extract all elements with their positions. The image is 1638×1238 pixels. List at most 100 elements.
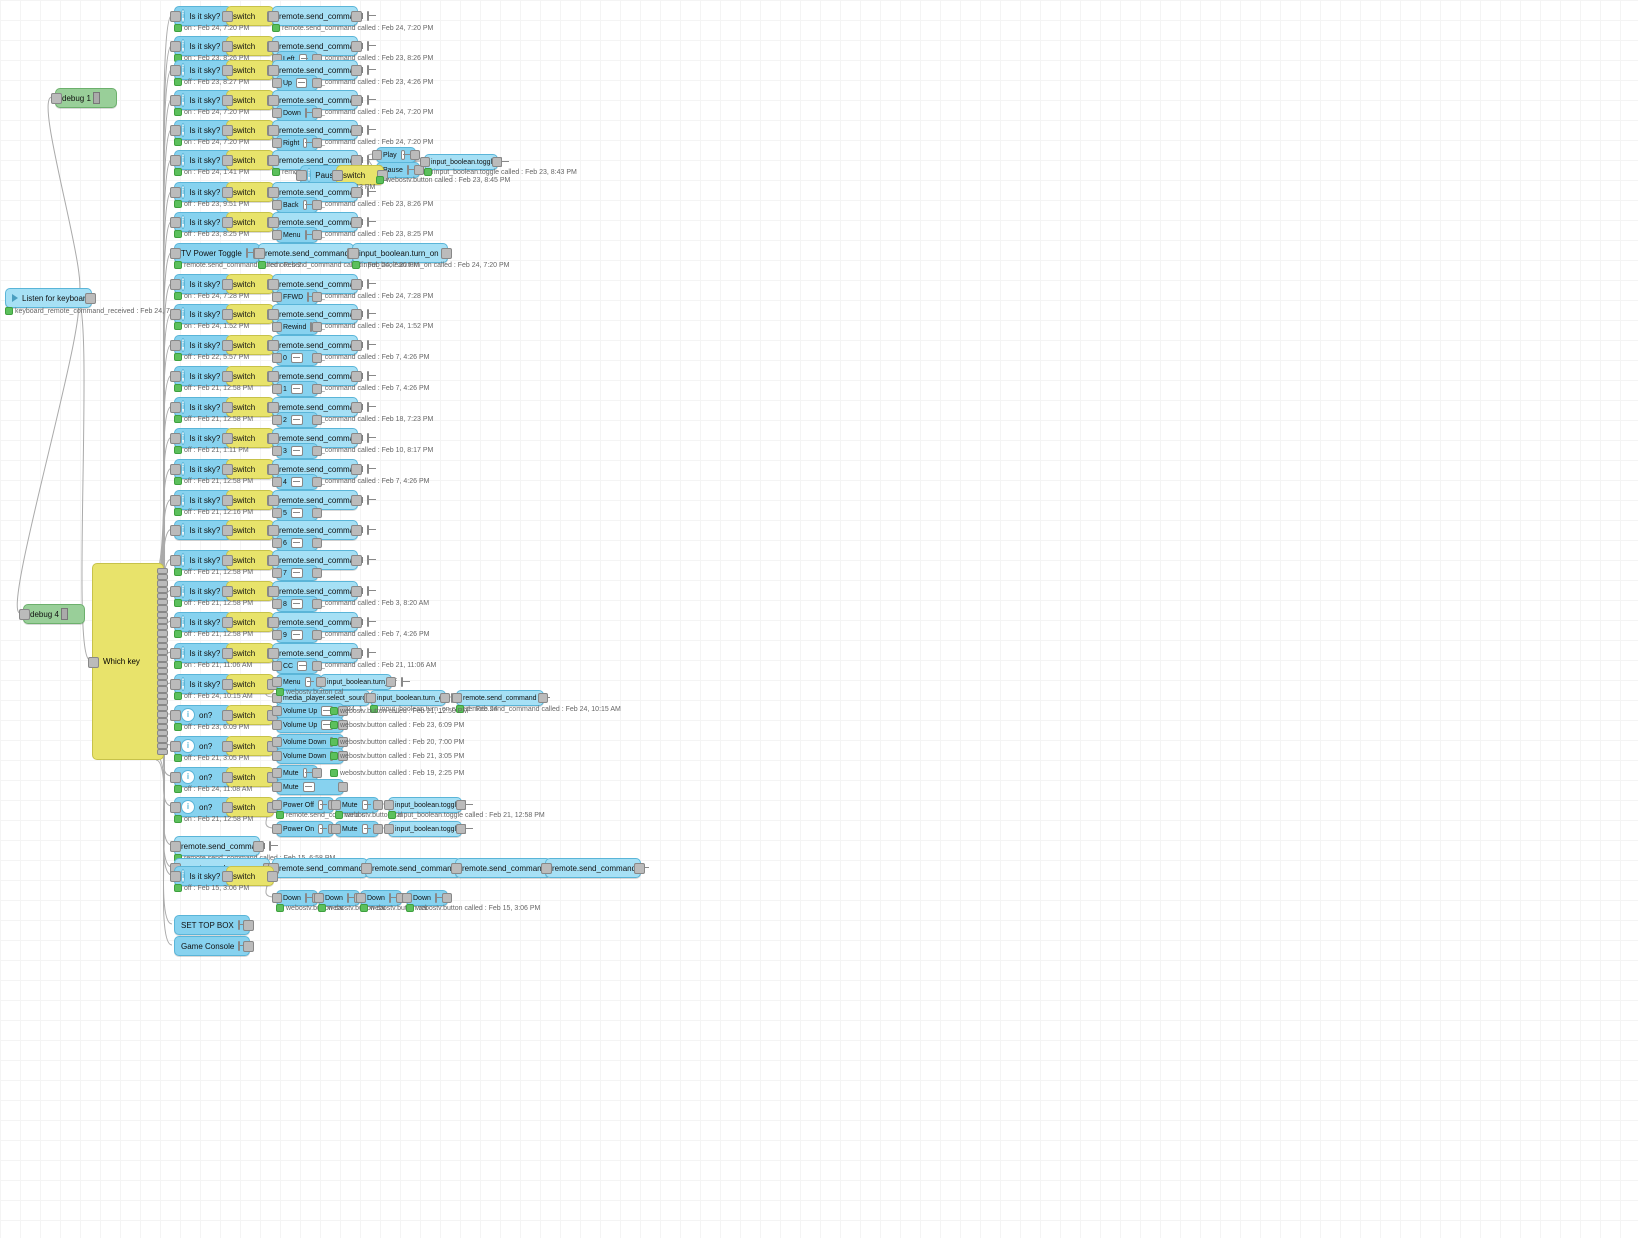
switch-node[interactable]: switch: [226, 428, 274, 448]
switch-node[interactable]: switch: [226, 550, 274, 570]
debug4-label: debug 4: [30, 610, 59, 619]
power-on-key[interactable]: Power On: [276, 821, 334, 837]
switch-node[interactable]: switch: [226, 490, 274, 510]
switch-node[interactable]: switch: [226, 767, 274, 787]
status-text: off : Feb 21, 12:58 PM: [174, 568, 253, 576]
key-8[interactable]: 8: [276, 596, 318, 612]
status-text: webostv.button called : Feb 21, 3:05 PM: [330, 752, 464, 760]
status-text: remote.send_command called : Feb 24, 7:2…: [272, 24, 433, 32]
switch-node[interactable]: switch: [226, 797, 274, 817]
remote-send-node[interactable]: remote.send_command: [174, 836, 260, 856]
key-right[interactable]: Right: [276, 135, 318, 151]
key-4[interactable]: 4: [276, 474, 318, 490]
action-icon: [303, 200, 307, 210]
key-3[interactable]: 3: [276, 443, 318, 459]
key-5[interactable]: 5: [276, 505, 318, 521]
input-boolean-on-node[interactable]: input_boolean.turn_on: [352, 243, 448, 263]
switch-node[interactable]: switch: [226, 520, 274, 540]
status-text: off : Feb 22, 5:57 PM: [174, 353, 249, 361]
switch-node[interactable]: switch: [226, 866, 274, 886]
switch-node[interactable]: switch: [226, 304, 274, 324]
switch-node[interactable]: switch: [226, 581, 274, 601]
status-text: webostv.button cal: [276, 688, 343, 696]
remote-send-node[interactable]: remote.send_command: [545, 858, 641, 878]
switch-node[interactable]: switch: [226, 212, 274, 232]
action-icon: [269, 841, 271, 851]
action-icon: [367, 464, 369, 474]
remote-send-node[interactable]: remote.send_command: [272, 6, 358, 26]
action-icon: [367, 555, 369, 565]
switch-node[interactable]: switch: [226, 459, 274, 479]
inject-node[interactable]: Game Console: [174, 936, 250, 956]
key-up[interactable]: Up: [276, 75, 318, 91]
info-icon: i: [181, 493, 185, 507]
input-boolean-toggle-node[interactable]: input_boolean.toggle: [388, 821, 462, 837]
switch-node[interactable]: switch: [226, 150, 274, 170]
key-0[interactable]: 0: [276, 350, 318, 366]
action-icon: [541, 693, 543, 703]
inject-node[interactable]: SET TOP BOX: [174, 915, 250, 935]
which-key-switch[interactable]: Which key: [92, 563, 164, 760]
action-icon: [318, 800, 323, 810]
input-boolean-on-node[interactable]: input_boolean.turn_on: [370, 690, 446, 706]
action-icon: [303, 768, 307, 778]
debug-1-node[interactable]: debug 1: [55, 88, 117, 108]
switch-node[interactable]: switch: [226, 60, 274, 80]
action-icon: [318, 824, 323, 834]
key-cc[interactable]: CC: [276, 658, 318, 674]
switch-node[interactable]: switch: [226, 120, 274, 140]
switch-node[interactable]: switch: [226, 736, 274, 756]
key-7[interactable]: 7: [276, 565, 318, 581]
info-icon: i: [181, 9, 185, 23]
key-6[interactable]: 6: [276, 535, 318, 551]
action-icon: [367, 309, 369, 319]
action-icon: [305, 230, 307, 240]
remote-send-node[interactable]: remote.send_command: [456, 690, 544, 706]
key-1[interactable]: 1: [276, 381, 318, 397]
key-back[interactable]: Back: [276, 197, 318, 213]
switch-node[interactable]: switch: [226, 36, 274, 56]
key-9[interactable]: 9: [276, 627, 318, 643]
remote-send-node[interactable]: remote.send_command: [258, 243, 354, 263]
switch-node[interactable]: switch: [226, 335, 274, 355]
debug-4-node[interactable]: debug 4: [23, 604, 85, 624]
switch-node[interactable]: switch: [226, 674, 274, 694]
info-icon: i: [181, 185, 185, 199]
action-icon: [367, 402, 369, 412]
key-rewind[interactable]: Rewind: [276, 319, 318, 335]
action-icon: [367, 648, 369, 658]
mute-key[interactable]: Mute: [335, 821, 379, 837]
remote-send-node[interactable]: remote.send_command: [272, 858, 368, 878]
action-icon: [307, 292, 309, 302]
switch-node[interactable]: switch: [226, 366, 274, 386]
remote-send-node[interactable]: remote.send_command: [365, 858, 461, 878]
debug-square-icon: [61, 608, 68, 620]
switch-node[interactable]: switch: [226, 274, 274, 294]
key-2[interactable]: 2: [276, 412, 318, 428]
play-key[interactable]: Play: [376, 147, 416, 163]
action-icon: [297, 661, 307, 671]
status-text: off : Feb 21, 3:05 PM: [174, 754, 249, 762]
switch-node[interactable]: switch: [226, 6, 274, 26]
action-icon: [367, 217, 369, 227]
action-icon: [401, 677, 403, 687]
key-down[interactable]: Down: [276, 105, 318, 121]
remote-send-node[interactable]: remote.send_command: [455, 858, 551, 878]
switch-node[interactable]: switch: [226, 705, 274, 725]
switch-node[interactable]: switch: [226, 90, 274, 110]
tv-power-node[interactable]: TV Power Toggle: [174, 243, 260, 263]
info-icon: i: [181, 369, 185, 383]
key-ffwd[interactable]: FFWD: [276, 289, 318, 305]
info-icon: i: [181, 739, 195, 753]
key-mute[interactable]: Mute: [276, 779, 344, 795]
listen-for-keyboard-node[interactable]: Listen for keyboard: [5, 288, 92, 308]
info-icon: i: [181, 646, 185, 660]
info-icon: i: [181, 584, 185, 598]
key-menu[interactable]: Menu: [276, 227, 318, 243]
switch-node[interactable]: switch: [226, 643, 274, 663]
switch-node[interactable]: switch: [226, 182, 274, 202]
status-text: off : Feb 21, 12:58 PM: [174, 384, 253, 392]
switch-node[interactable]: switch: [226, 612, 274, 632]
switch-node[interactable]: switch: [226, 397, 274, 417]
status-text: off : Feb 21, 12:58 PM: [174, 415, 253, 423]
